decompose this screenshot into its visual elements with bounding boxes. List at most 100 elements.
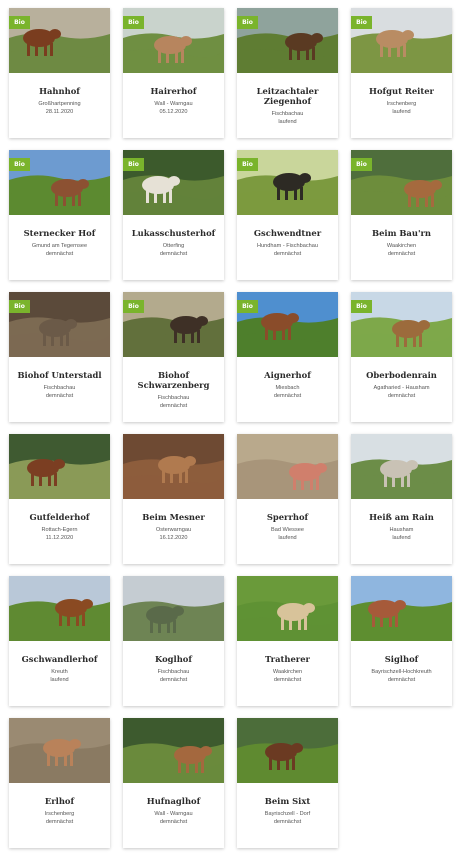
- farm-name: Heiß am Rain: [369, 512, 434, 522]
- farm-card-heiss-am-rain[interactable]: Heiß am Rain Hausham laufend: [351, 434, 452, 564]
- farm-name: Sperrhof: [266, 512, 309, 522]
- bio-badge: Bio: [237, 158, 258, 171]
- farm-status: 05.12.2020: [159, 109, 188, 115]
- farm-photo: Bio: [351, 150, 452, 215]
- farm-card-hahnhof[interactable]: Bio Hahnhof Großhartpenning 28.11.2020: [9, 8, 110, 138]
- farm-card-sternecker-hof[interactable]: Bio Sternecker Hof Gmund am Tegernsee demnä…: [9, 150, 110, 280]
- farm-name: Hofgut Reiter: [369, 86, 434, 96]
- farm-card-hufnaglhof[interactable]: Hufnaglhof Wall - Warngau demnächst: [123, 718, 224, 848]
- farm-name: Gschwandlerhof: [21, 654, 98, 664]
- farm-location: Irschenberg: [44, 811, 75, 817]
- farm-card-beim-mesner[interactable]: Beim Mesner Osterwarngau 16.12.2020: [123, 434, 224, 564]
- farm-photo: [237, 718, 338, 783]
- farm-photo: Bio: [123, 8, 224, 73]
- farm-status: 11.12.2020: [45, 535, 74, 541]
- farm-status: laufend: [50, 677, 69, 683]
- farm-photo: [123, 576, 224, 641]
- farm-location: Gmund am Tegernsee: [31, 243, 88, 249]
- farm-card-beim-bau-rn[interactable]: Bio Beim Bau'rn Waakirchen demnächst: [351, 150, 452, 280]
- farm-card-aignerhof[interactable]: Bio Aignerhof Miesbach demnächst: [237, 292, 338, 422]
- farm-status: demnächst: [273, 251, 302, 257]
- farm-location: Bad Wiessee: [271, 527, 304, 533]
- farm-name: Aignerhof: [264, 370, 311, 380]
- farm-card-lukasschusterhof[interactable]: Bio Lukasschusterhof Otterfing demnächst: [123, 150, 224, 280]
- farm-grid: Bio Hahnhof Großhartpenning 28.11.2020 Bio Ha…: [0, 0, 462, 863]
- farm-status: demnächst: [273, 819, 302, 825]
- farm-card-beim-sixt[interactable]: Beim Sixt Bayrischzell - Dorf demnächst: [237, 718, 338, 848]
- farm-status: demnächst: [273, 677, 302, 683]
- farm-photo: [351, 434, 452, 499]
- farm-card-oberbodenrain[interactable]: Bio Oberbodenrain Agatharied - Hausham demn…: [351, 292, 452, 422]
- farm-card-gutfelderhof[interactable]: Gutfelderhof Rottach-Egern 11.12.2020: [9, 434, 110, 564]
- farm-photo: Bio: [9, 150, 110, 215]
- bio-badge: Bio: [351, 16, 372, 29]
- farm-status: demnächst: [159, 403, 188, 409]
- farm-status: demnächst: [45, 819, 74, 825]
- farm-photo: Bio: [9, 292, 110, 357]
- farm-name: Beim Sixt: [264, 796, 311, 806]
- farm-name: Biohof Schwarzenberg: [137, 370, 210, 390]
- farm-location: Irschenberg: [386, 101, 417, 107]
- farm-photo: [9, 718, 110, 783]
- farm-photo: Bio: [351, 292, 452, 357]
- farm-photo: Bio: [237, 8, 338, 73]
- farm-name: Biohof Unterstadl: [17, 370, 102, 380]
- farm-location: Kreuth: [51, 669, 68, 675]
- farm-status: demnächst: [45, 251, 74, 257]
- farm-name: Sternecker Hof: [23, 228, 96, 238]
- farm-card-sperrhof[interactable]: Sperrhof Bad Wiessee laufend: [237, 434, 338, 564]
- farm-name: Gutfelderhof: [29, 512, 90, 522]
- farm-status: laufend: [278, 535, 297, 541]
- farm-location: Bayrischzell - Dorf: [264, 811, 311, 817]
- bio-badge: Bio: [9, 300, 30, 313]
- farm-status: demnächst: [159, 819, 188, 825]
- farm-name: Tratherer: [265, 654, 310, 664]
- farm-name: Beim Mesner: [142, 512, 205, 522]
- farm-card-gschwandlerhof[interactable]: Gschwandlerhof Kreuth laufend: [9, 576, 110, 706]
- farm-location: Fischbachau: [157, 395, 190, 401]
- farm-name: Hairerhof: [150, 86, 197, 96]
- farm-location: Waakirchen: [386, 243, 417, 249]
- farm-status: demnächst: [45, 393, 74, 399]
- farm-photo: Bio: [237, 292, 338, 357]
- farm-photo: [123, 434, 224, 499]
- farm-card-tratherer[interactable]: Tratherer Waakirchen demnächst: [237, 576, 338, 706]
- farm-location: Agatharied - Hausham: [373, 385, 430, 391]
- farm-photo: Bio: [237, 150, 338, 215]
- farm-card-biohof-unterstadl[interactable]: Bio Biohof Unterstadl Fischbachau demnächst: [9, 292, 110, 422]
- bio-badge: Bio: [123, 300, 144, 313]
- farm-location: Fischbachau: [271, 111, 304, 117]
- farm-location: Wall - Warngau: [154, 101, 193, 107]
- farm-location: Großhartpenning: [38, 101, 81, 107]
- farm-name: Hufnaglhof: [146, 796, 201, 806]
- farm-status: laufend: [278, 119, 297, 125]
- farm-status: 28.11.2020: [45, 109, 74, 115]
- farm-card-erlhof[interactable]: Erlhof Irschenberg demnächst: [9, 718, 110, 848]
- farm-photo: Bio: [351, 8, 452, 73]
- farm-status: demnächst: [387, 251, 416, 257]
- farm-location: Waakirchen: [272, 669, 303, 675]
- farm-photo: [9, 576, 110, 641]
- farm-card-hairerhof[interactable]: Bio Hairerhof Wall - Warngau 05.12.2020: [123, 8, 224, 138]
- farm-location: Hundham - Fischbachau: [257, 243, 318, 249]
- farm-status: demnächst: [387, 677, 416, 683]
- bio-badge: Bio: [123, 158, 144, 171]
- farm-name: Siglhof: [384, 654, 419, 664]
- farm-card-leitzachtaler-ziegenhof[interactable]: Bio Leitzachtaler Ziegenhof Fischbachau lau…: [237, 8, 338, 138]
- farm-status: 16.12.2020: [159, 535, 188, 541]
- farm-card-gschwendtner[interactable]: Bio Gschwendtner Hundham - Fischbachau demn…: [237, 150, 338, 280]
- farm-photo: Bio: [123, 150, 224, 215]
- farm-name: Hahnhof: [39, 86, 80, 96]
- farm-location: Fischbachau: [157, 669, 190, 675]
- farm-status: demnächst: [387, 393, 416, 399]
- farm-status: laufend: [392, 109, 411, 115]
- farm-card-biohof-schwarzenberg[interactable]: Bio Biohof Schwarzenberg Fischbachau demnäc…: [123, 292, 224, 422]
- bio-badge: Bio: [123, 16, 144, 29]
- farm-status: demnächst: [159, 677, 188, 683]
- bio-badge: Bio: [351, 300, 372, 313]
- farm-card-hofgut-reiter[interactable]: Bio Hofgut Reiter Irschenberg laufend: [351, 8, 452, 138]
- farm-name: Oberbodenrain: [366, 370, 437, 380]
- farm-card-siglhof[interactable]: Siglhof Bayrischzell-Hochkreuth demnächst: [351, 576, 452, 706]
- farm-location: Osterwarngau: [155, 527, 192, 533]
- farm-card-koglhof[interactable]: Koglhof Fischbachau demnächst: [123, 576, 224, 706]
